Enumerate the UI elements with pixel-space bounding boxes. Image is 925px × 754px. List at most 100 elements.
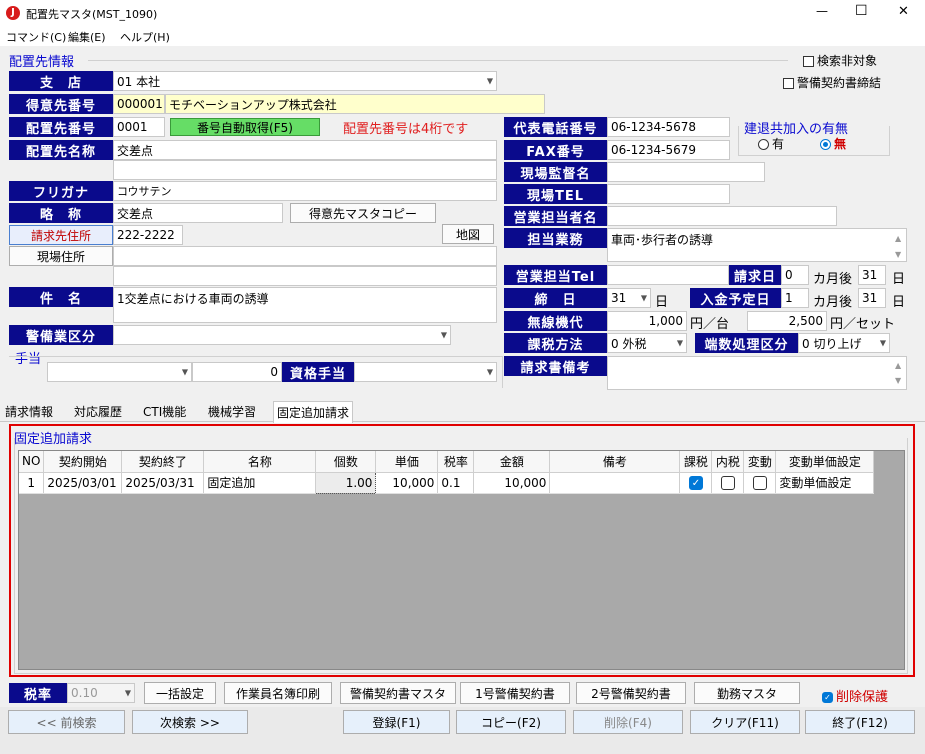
tab-ml[interactable]: 機械学習 (205, 401, 259, 422)
sales-person-field[interactable] (607, 206, 837, 226)
chevron-down-icon: ▼ (486, 76, 493, 86)
cell-qty[interactable]: 1.00 (315, 471, 377, 494)
prev-search-button[interactable]: << 前検索 (8, 710, 125, 734)
security-type-select[interactable]: ▼ (113, 325, 451, 345)
tab-billing[interactable]: 請求情報 (2, 401, 56, 422)
contract-no1-button[interactable]: 1号警備契約書 (460, 682, 570, 704)
clear-button[interactable]: クリア(F11) (690, 710, 800, 734)
bill-date-field[interactable]: 31 (858, 265, 886, 285)
client-name-field[interactable]: モチベーションアップ株式会社 (165, 94, 545, 114)
site-address-field-2[interactable] (113, 266, 497, 286)
furigana-label: フリガナ (9, 181, 113, 201)
subject-label: 件 名 (9, 287, 113, 307)
table-row[interactable]: 1 2025/03/01 2025/03/31 固定追加 1.00 10,000… (19, 471, 875, 494)
kentai-no-radio[interactable]: 無 (820, 135, 846, 152)
worker-roster-print-button[interactable]: 作業員名簿印刷 (224, 682, 332, 704)
col-qty: 個数 (315, 451, 377, 473)
tab-history[interactable]: 対応履歴 (71, 401, 125, 422)
grid-area: NO 契約開始 契約終了 名称 個数 単価 税率 金額 備考 課税 内税 変動 … (18, 450, 905, 670)
site-address-field[interactable] (113, 246, 497, 266)
close-day-select[interactable]: 31 ▼ (607, 288, 651, 308)
duty-label: 担当業務 (504, 228, 607, 248)
tab-fixed-billing[interactable]: 固定追加請求 (273, 401, 354, 423)
site-no-field[interactable]: 0001 (113, 117, 165, 137)
billing-address-button[interactable]: 請求先住所 (9, 225, 113, 245)
phone-field[interactable]: 06-1234-5678 (607, 117, 730, 137)
duty-field[interactable]: 車両･歩行者の誘導 (607, 228, 907, 262)
furigana-field[interactable]: コウサテン (113, 181, 497, 201)
site-name-field[interactable]: 交差点 (113, 140, 497, 160)
subject-field[interactable]: 1交差点における車両の誘導 (113, 287, 497, 323)
exit-button[interactable]: 終了(F12) (805, 710, 915, 734)
maximize-icon[interactable]: ☐ (855, 3, 868, 19)
cell-name[interactable]: 固定追加 (203, 472, 317, 494)
cell-variable[interactable] (743, 472, 777, 494)
scroll-down-icon[interactable]: ▼ (895, 376, 901, 385)
cell-taxable[interactable]: ✓ (679, 472, 713, 494)
cell-price[interactable]: 10,000 (375, 472, 439, 494)
tab-cti[interactable]: CTI機能 (140, 401, 189, 422)
cell-inclusive[interactable] (711, 472, 745, 494)
contract-master-button[interactable]: 警備契約書マスタ (340, 682, 456, 704)
short-name-field[interactable]: 交差点 (113, 203, 283, 223)
supervisor-field[interactable] (607, 162, 765, 182)
auto-number-button[interactable]: 番号自動取得(F5) (170, 118, 320, 136)
contract-no2-button[interactable]: 2号警備契約書 (576, 682, 686, 704)
copy-button[interactable]: コピー(F2) (456, 710, 566, 734)
qualification-label: 資格手当 (282, 362, 354, 382)
branch-select[interactable]: 01 本社 ▼ (113, 71, 497, 91)
cell-setting[interactable]: 変動単価設定 (775, 472, 875, 494)
allowance-amount[interactable]: 0 (192, 362, 282, 382)
cell-start[interactable]: 2025/03/01 (43, 472, 123, 494)
close-icon[interactable]: ✕ (898, 4, 909, 19)
cell-end[interactable]: 2025/03/31 (121, 472, 205, 494)
sales-tel-field[interactable] (607, 265, 729, 285)
menu-command[interactable]: コマンド(C) (6, 29, 66, 45)
scroll-up-icon[interactable]: ▲ (895, 234, 901, 243)
map-button[interactable]: 地図 (442, 224, 494, 244)
radio-fee-set-field[interactable]: 2,500 (747, 311, 827, 331)
site-address-button[interactable]: 現場住所 (9, 246, 113, 266)
work-master-button[interactable]: 勤務マスタ (694, 682, 800, 704)
invoice-note-field[interactable] (607, 356, 907, 390)
radio-fee-label: 無線機代 (504, 311, 607, 331)
search-exclude-checkbox[interactable]: 検索非対象 (803, 52, 877, 69)
tab-strip-line (0, 421, 925, 422)
pay-date-field[interactable]: 31 (858, 288, 886, 308)
cell-note[interactable] (549, 472, 681, 494)
site-name-label: 配置先名称 (9, 140, 113, 160)
pay-day-field[interactable]: 1 (781, 288, 809, 308)
register-button[interactable]: 登録(F1) (343, 710, 450, 734)
menu-help[interactable]: ヘルプ(H) (120, 29, 170, 45)
allowance-select[interactable]: ▼ (47, 362, 192, 382)
invoice-note-label: 請求書備考 (504, 356, 607, 376)
client-code-field[interactable]: 000001 (113, 94, 165, 114)
contract-checkbox[interactable]: 警備契約書締結 (783, 74, 881, 91)
qualification-select[interactable]: ▼ (354, 362, 497, 382)
menu-edit[interactable]: 編集(E) (68, 29, 106, 45)
client-copy-button[interactable]: 得意先マスタコピー (290, 203, 436, 223)
next-search-button[interactable]: 次検索 >> (132, 710, 248, 734)
minimize-icon[interactable]: — (816, 4, 828, 18)
taxable-checkbox[interactable]: ✓ (688, 475, 703, 490)
col-no: NO (19, 451, 45, 473)
chevron-down-icon: ▼ (181, 367, 188, 377)
delete-protect-checkbox[interactable]: ✓ 削除保護 (822, 686, 888, 705)
bill-day-field[interactable]: 0 (781, 265, 809, 285)
site-name-field-2[interactable] (113, 160, 497, 180)
variable-checkbox[interactable] (752, 475, 767, 490)
delete-button[interactable]: 削除(F4) (573, 710, 683, 734)
radio-fee-unit-field[interactable]: 1,000 (607, 311, 687, 331)
tax-rate-select[interactable]: 0.10 ▼ (67, 683, 135, 703)
fax-field[interactable]: 06-1234-5679 (607, 140, 730, 160)
kentai-yes-radio[interactable]: 有 (758, 135, 784, 152)
billing-postal-field[interactable]: 222-2222 (113, 225, 183, 245)
rounding-select[interactable]: 0 切り上げ ▼ (798, 333, 890, 353)
site-tel-field[interactable] (607, 184, 730, 204)
inclusive-checkbox[interactable] (720, 475, 735, 490)
scroll-down-icon[interactable]: ▼ (895, 250, 901, 259)
cell-rate[interactable]: 0.1 (437, 472, 475, 494)
scroll-up-icon[interactable]: ▲ (895, 361, 901, 370)
tax-method-select[interactable]: 0 外税 ▼ (607, 333, 687, 353)
bulk-setting-button[interactable]: 一括設定 (144, 682, 216, 704)
